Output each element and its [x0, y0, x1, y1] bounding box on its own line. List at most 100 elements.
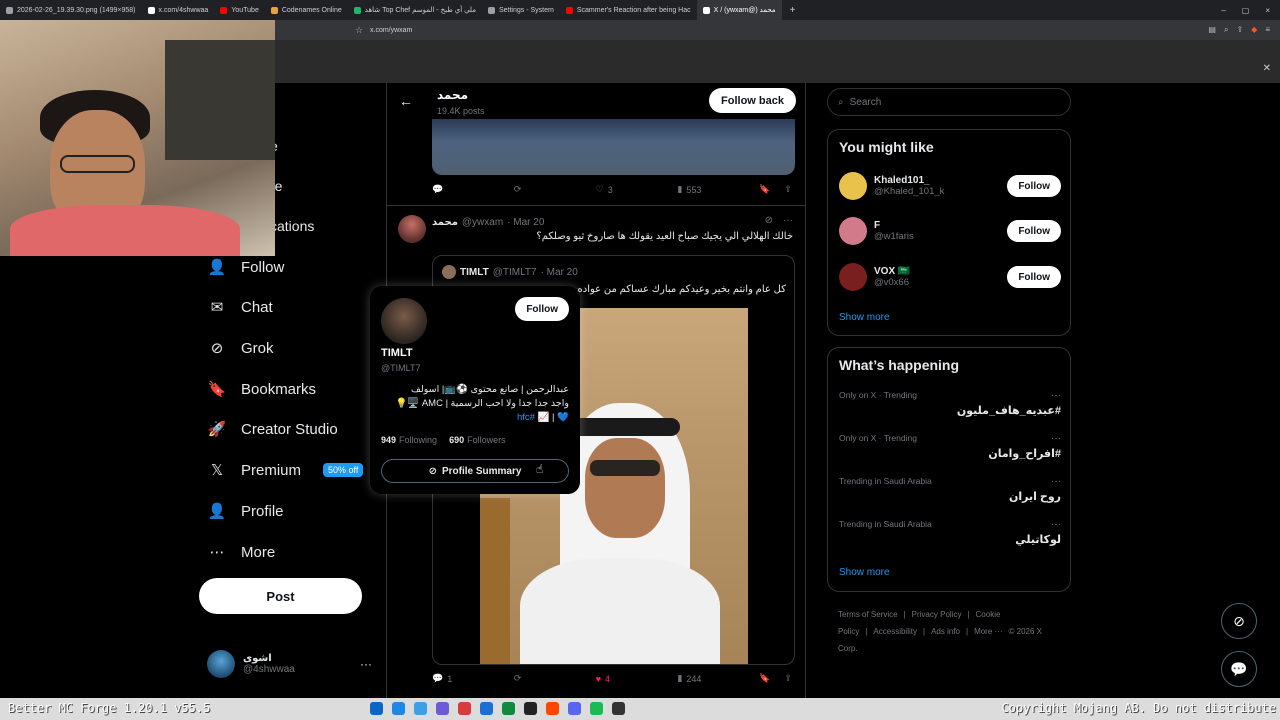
grok-icon[interactable]: ⊘ [765, 215, 773, 226]
retweet-button[interactable]: ⟳ [514, 184, 596, 195]
bookmark-icon[interactable]: 🔖 [759, 673, 770, 684]
footer-link[interactable]: Privacy Policy [912, 610, 962, 619]
quote-author-handle[interactable]: @TIMLT7 [493, 267, 537, 278]
account-switcher[interactable]: اشوى @4shwwaa ··· [207, 650, 372, 678]
show-more-link[interactable]: Show more [839, 312, 890, 323]
files-icon[interactable] [414, 702, 427, 715]
follow-button[interactable]: Follow [1007, 220, 1061, 242]
maximize-button[interactable]: ▢ [1242, 6, 1250, 15]
author-handle[interactable]: @ywxam [462, 217, 503, 228]
search-input[interactable]: ⌕ Search [827, 88, 1071, 116]
tweet-date[interactable]: · Mar 20 [507, 217, 544, 228]
webcam-glasses [60, 155, 135, 173]
avatar[interactable] [398, 215, 426, 243]
url-field[interactable]: x.com/ywxam [370, 27, 412, 34]
app-icon[interactable] [524, 702, 537, 715]
hovercard-name[interactable]: TIMLT [381, 347, 413, 359]
chat-fab-button[interactable]: 💬 [1221, 651, 1257, 687]
back-arrow-icon[interactable]: ← [399, 93, 413, 109]
brave-shield-icon[interactable]: ◆ [1251, 25, 1257, 35]
browser-tab[interactable]: Codenames Online [265, 0, 348, 20]
suggestion-item[interactable]: F @w1faris Follow [839, 215, 1061, 247]
app-icon[interactable] [458, 702, 471, 715]
sidebar-item-bookmarks[interactable]: 🔖 Bookmarks [207, 374, 316, 404]
trend-item[interactable]: Trending in Saudi Arabia ··· لوكاتيلي [839, 519, 1061, 559]
footer-link[interactable]: Terms of Service [838, 610, 898, 619]
edge-icon[interactable] [392, 702, 405, 715]
excel-icon[interactable] [502, 702, 515, 715]
bookmark-star-icon[interactable]: ☆ [355, 25, 363, 36]
app-icon[interactable] [480, 702, 493, 715]
more-dots-icon[interactable]: ··· [360, 657, 372, 671]
follow-back-button[interactable]: Follow back [709, 88, 796, 113]
panel-title: You might like [839, 139, 934, 155]
share-icon[interactable]: ⇪ [1236, 25, 1243, 35]
close-icon[interactable]: ✕ [1263, 63, 1271, 74]
views-button[interactable]: ▮ 553 [677, 184, 759, 195]
discord-icon[interactable] [568, 702, 581, 715]
post-button[interactable]: Post [199, 578, 362, 614]
browser-tab[interactable]: Scammer's Reaction after being Hac [560, 0, 697, 20]
browser-tab[interactable]: شاهد Top Chef ملي أي طبخ - الموسم [348, 0, 482, 20]
follow-button[interactable]: Follow [1007, 175, 1061, 197]
sidebar-item-chat[interactable]: ✉ Chat [207, 292, 273, 322]
follow-button[interactable]: Follow [1007, 266, 1061, 288]
reader-icon[interactable]: ▤ [1208, 25, 1216, 35]
more-dots-icon[interactable]: ··· [1051, 433, 1061, 444]
hashtag-link[interactable]: #hfc [517, 412, 535, 423]
windows-icon[interactable] [370, 702, 383, 715]
browser-tab[interactable]: YouTube [214, 0, 265, 20]
footer-link[interactable]: Ads info [931, 627, 960, 636]
grok-fab-button[interactable]: ⊘ [1221, 603, 1257, 639]
browser-tab[interactable]: Settings - System [482, 0, 560, 20]
bookmark-icon[interactable]: 🔖 [759, 184, 770, 195]
sidebar-item-follow[interactable]: 👤 Follow [207, 252, 285, 282]
sidebar-item-grok[interactable]: ⊘ Grok [207, 333, 274, 363]
avatar[interactable] [381, 298, 427, 344]
footer-link[interactable]: Accessibility [873, 627, 917, 636]
trend-item[interactable]: Only on X · Trending ··· #عبديه_هاف_مليون [839, 390, 1061, 430]
sidebar-item-label: Creator Studio [241, 420, 338, 438]
follow-button[interactable]: Follow [515, 297, 569, 321]
more-dots-icon[interactable]: ··· [1051, 519, 1061, 530]
reply-button[interactable]: 💬 1 [432, 673, 514, 684]
share-icon[interactable]: ⇪ [784, 184, 792, 195]
like-button[interactable]: ♥ 4 [596, 674, 678, 684]
like-button[interactable]: ♡ 3 [596, 184, 678, 195]
zoom-icon[interactable]: ⌕ [1224, 25, 1228, 35]
following-link[interactable]: 949 Following [381, 435, 437, 445]
suggestion-item[interactable]: VOX 🇸🇦 @v0x66 Follow [839, 261, 1061, 293]
minimize-button[interactable]: – [1221, 6, 1225, 15]
sidebar-item-premium[interactable]: 𝕏 Premium 50% off [207, 455, 364, 485]
more-dots-icon[interactable]: ··· [1051, 390, 1061, 401]
spotify-icon[interactable] [590, 702, 603, 715]
sidebar-item-creator-studio[interactable]: 🚀 Creator Studio [207, 414, 338, 444]
reply-button[interactable]: 💬 [432, 184, 514, 195]
browser-tab[interactable]: x.com/4shwwaa [142, 0, 215, 20]
app-icon[interactable] [436, 702, 449, 715]
brave-icon[interactable] [546, 702, 559, 715]
browser-tab[interactable]: 2026-02-26_19.39.30.png (1499×958) [0, 0, 142, 20]
author-name[interactable]: محمد [432, 217, 458, 228]
sidebar-item-more[interactable]: ⋯ More [207, 537, 276, 567]
browser-tab[interactable]: X / (ywxam@) محمد [696, 0, 782, 20]
share-icon[interactable]: ⇪ [784, 673, 792, 684]
followers-link[interactable]: 690 Followers [449, 435, 506, 445]
menu-icon[interactable]: ≡ [1265, 25, 1270, 35]
app-icon[interactable] [612, 702, 625, 715]
trend-item[interactable]: Only on X · Trending ··· #افراح_وامان [839, 433, 1061, 473]
retweet-button[interactable]: ⟳ [514, 673, 596, 684]
new-tab-button[interactable]: + [782, 5, 804, 16]
views-button[interactable]: ▮ 244 [677, 673, 759, 684]
tweet-media[interactable] [432, 119, 795, 175]
suggestion-item[interactable]: Khaled101_ @Khaled_101_k Follow [839, 170, 1061, 202]
quote-author-name[interactable]: TIMLT [460, 267, 489, 278]
footer-link[interactable]: More ··· [974, 627, 1002, 636]
close-window-button[interactable]: × [1265, 6, 1270, 15]
trend-item[interactable]: Trending in Saudi Arabia ··· روح ايران [839, 476, 1061, 516]
more-dots-icon[interactable]: ··· [1051, 476, 1061, 487]
sidebar-item-profile[interactable]: 👤 Profile [207, 496, 284, 526]
hovercard-handle[interactable]: @TIMLT7 [381, 363, 420, 373]
more-dots-icon[interactable]: ··· [783, 215, 793, 226]
show-more-link[interactable]: Show more [839, 567, 890, 578]
